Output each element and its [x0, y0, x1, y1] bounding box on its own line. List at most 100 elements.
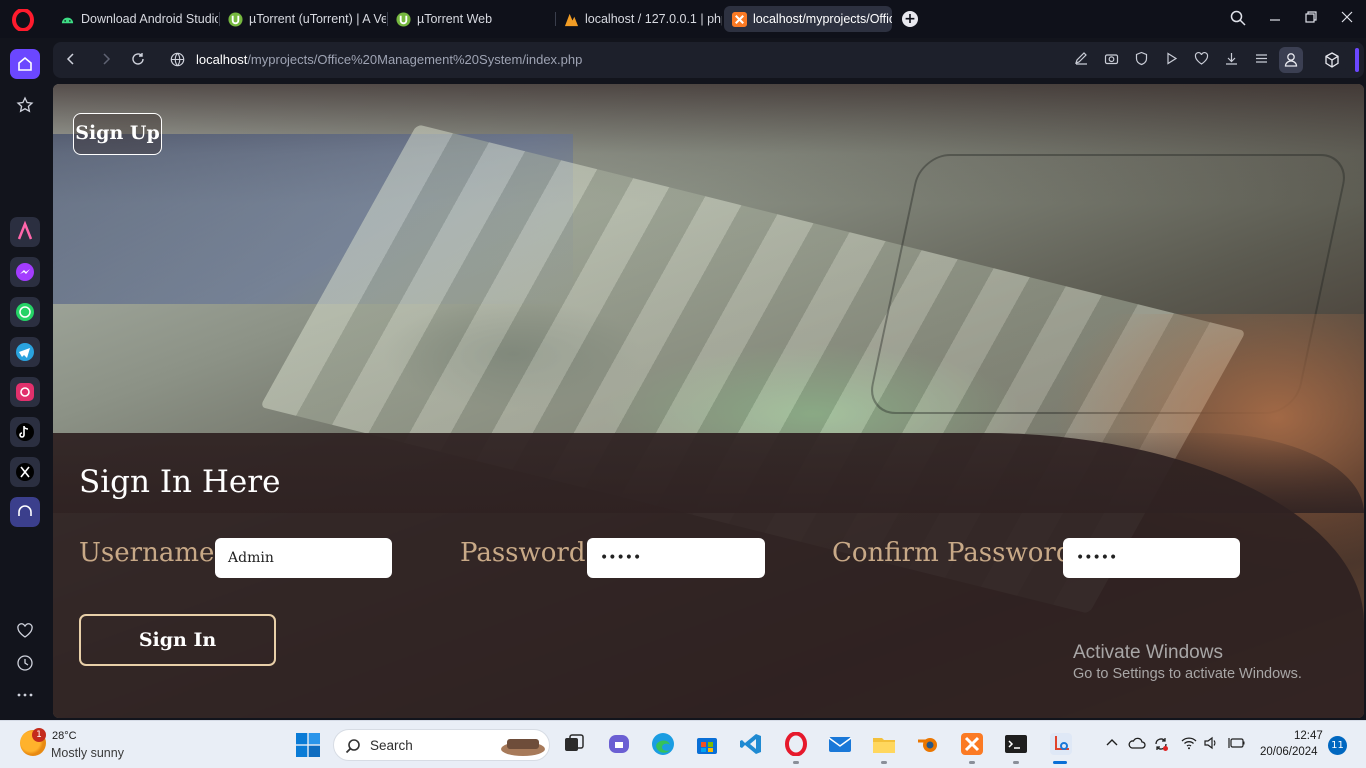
signin-heading: Sign In Here [79, 464, 281, 500]
history-button[interactable] [10, 648, 40, 678]
web-page: Sign Up Sign In Here Username: Admin Pas… [53, 84, 1364, 718]
weather-badge: 1 [32, 728, 46, 742]
minimize-icon[interactable] [1266, 10, 1284, 28]
taskbar-search[interactable]: Search [333, 729, 550, 761]
vscode-icon[interactable] [739, 732, 763, 756]
confirm-password-input[interactable]: ••••• [1063, 538, 1240, 578]
battery-icon[interactable] [1228, 736, 1246, 754]
cloud-icon[interactable] [1128, 736, 1146, 754]
sign-up-button[interactable]: Sign Up [73, 113, 162, 155]
heart-icon[interactable] [1192, 51, 1210, 69]
clock-date[interactable]: 20/06/2024 [1260, 746, 1318, 758]
phpmyadmin-icon [564, 13, 579, 26]
url-field[interactable]: localhost/myprojects/Office%20Management… [196, 52, 582, 67]
opera-icon[interactable] [784, 732, 808, 756]
windows-start-icon[interactable] [296, 733, 320, 757]
task-view-icon[interactable] [562, 732, 586, 756]
xampp-icon[interactable] [960, 732, 984, 756]
watermark-title: Activate Windows [1073, 642, 1223, 663]
bookmarks-button[interactable] [10, 90, 40, 120]
whatsapp-button[interactable] [10, 297, 40, 327]
back-icon[interactable] [63, 52, 79, 68]
more-icon [17, 693, 33, 697]
play-icon[interactable] [1162, 51, 1180, 69]
tiktok-icon [10, 417, 40, 447]
extensions-button[interactable] [1318, 46, 1346, 74]
sync-icon[interactable] [1153, 736, 1169, 756]
active-indicator [1053, 761, 1067, 764]
volume-icon[interactable] [1203, 736, 1219, 754]
shield-icon[interactable] [1132, 51, 1150, 69]
reload-icon[interactable] [130, 52, 146, 68]
instagram-button[interactable] [10, 377, 40, 407]
tiktok-button[interactable] [10, 417, 40, 447]
password-label: Password: [460, 538, 595, 568]
tab-utorrent-web[interactable]: µTorrent Web [388, 6, 554, 32]
running-indicator [1013, 761, 1019, 764]
restore-icon[interactable] [1302, 10, 1320, 28]
tab-active-office-system[interactable]: localhost/myprojects/Offic [724, 6, 892, 32]
wifi-icon[interactable] [1181, 736, 1197, 754]
taskbar: 1 28°C Mostly sunny Search 12:47 20/06/2… [0, 720, 1366, 768]
profile-button[interactable] [1279, 47, 1303, 73]
microsoft-store-icon[interactable] [695, 732, 719, 756]
home-button[interactable] [10, 49, 40, 79]
weather-description[interactable]: Mostly sunny [51, 746, 124, 760]
close-icon[interactable] [1338, 10, 1356, 28]
music-player-button[interactable] [10, 497, 40, 527]
opera-logo-icon[interactable] [12, 9, 34, 31]
running-indicator [881, 761, 887, 764]
messenger-button[interactable] [10, 257, 40, 287]
forward-icon[interactable] [98, 52, 114, 68]
username-input[interactable]: Admin [215, 538, 392, 578]
weather-temperature[interactable]: 28°C [52, 730, 77, 742]
telegram-icon [10, 337, 40, 367]
sidebar-accent-bar [1355, 48, 1359, 72]
username-label: Username: [79, 538, 224, 568]
running-indicator [793, 761, 799, 764]
teams-icon[interactable] [607, 732, 631, 756]
clock-icon [17, 655, 33, 671]
edge-icon[interactable] [651, 732, 675, 756]
globe-icon[interactable] [169, 52, 185, 68]
snipping-tool-icon[interactable] [1049, 732, 1073, 756]
watermark-subtitle: Go to Settings to activate Windows. [1073, 666, 1302, 682]
search-highlight-icon [501, 739, 545, 756]
terminal-icon[interactable] [1004, 732, 1028, 756]
tab-label: µTorrent Web [417, 12, 493, 26]
aria-button[interactable] [10, 217, 40, 247]
activate-windows-watermark: Activate Windows Go to Settings to activ… [1073, 642, 1302, 682]
edit-icon[interactable] [1072, 51, 1090, 69]
more-button[interactable] [10, 680, 40, 710]
messenger-icon [10, 257, 40, 287]
utorrent-icon [396, 11, 411, 27]
user-icon [1284, 53, 1298, 67]
favorites-button[interactable] [10, 616, 40, 646]
password-input[interactable]: ••••• [587, 538, 765, 578]
search-tabs-icon[interactable] [1229, 10, 1247, 28]
tab-phpmyadmin[interactable]: localhost / 127.0.0.1 | php [556, 6, 722, 32]
camera-icon[interactable] [1102, 51, 1120, 69]
blender-icon[interactable] [916, 732, 940, 756]
star-icon [16, 96, 34, 113]
clock-time[interactable]: 12:47 [1294, 730, 1323, 742]
tab-label: localhost/myprojects/Offic [753, 12, 892, 26]
new-tab-button[interactable]: + [902, 11, 918, 27]
download-icon[interactable] [1222, 51, 1240, 69]
notification-badge[interactable]: 11 [1328, 736, 1347, 755]
file-explorer-icon[interactable] [872, 732, 896, 756]
home-icon [18, 56, 32, 71]
easy-setup-icon[interactable] [1252, 51, 1270, 69]
utorrent-icon [228, 11, 243, 27]
search-label: Search [370, 738, 413, 753]
tab-android-studio[interactable]: Download Android Studio [52, 6, 218, 32]
mail-icon[interactable] [828, 732, 852, 756]
headphones-icon [10, 497, 40, 527]
chevron-up-icon[interactable] [1105, 736, 1119, 754]
sign-in-button[interactable]: Sign In [79, 614, 276, 666]
tab-strip: Download Android Studio µTorrent (uTorre… [0, 0, 1366, 38]
telegram-button[interactable] [10, 337, 40, 367]
x-button[interactable] [10, 457, 40, 487]
heart-icon [17, 623, 33, 638]
tab-utorrent[interactable]: µTorrent (uTorrent) | A Ver [220, 6, 386, 32]
